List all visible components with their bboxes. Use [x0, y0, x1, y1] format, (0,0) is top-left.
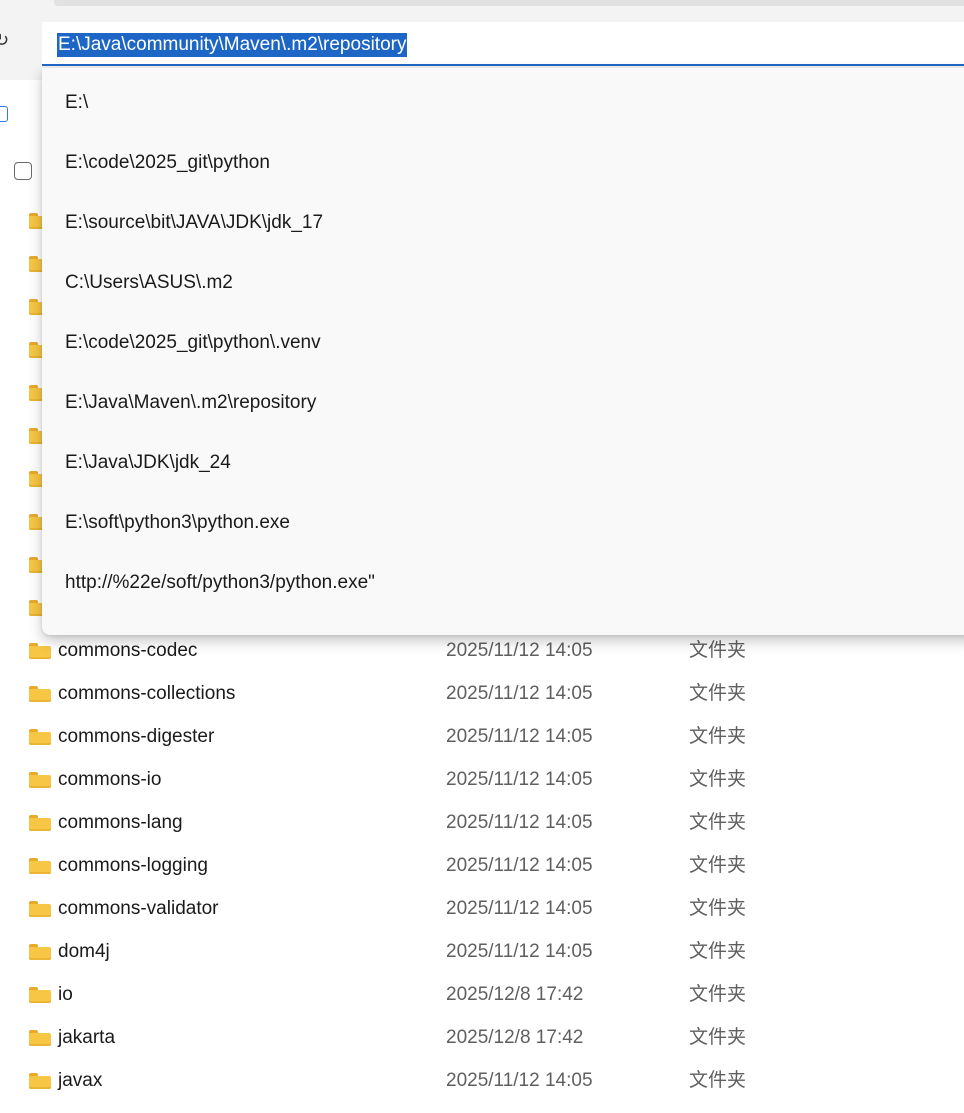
history-item[interactable]: E:\code\2025_git\python\.venv — [42, 308, 964, 368]
file-type: 文件夹 — [689, 941, 747, 962]
file-row[interactable]: io 2025/12/8 17:42 文件夹 — [0, 974, 964, 1017]
history-item-label: E:\soft\python3\python.exe — [65, 512, 290, 533]
history-item-label: http://%22e/soft/python3/python.exe" — [65, 572, 375, 593]
file-date: 2025/11/12 14:05 — [446, 726, 593, 747]
folder-icon — [29, 901, 51, 917]
history-item-label: E:\ — [65, 92, 89, 113]
file-row[interactable]: commons-io 2025/11/12 14:05 文件夹 — [0, 759, 964, 802]
file-name: commons-lang — [58, 812, 183, 833]
file-row[interactable]: javax 2025/11/12 14:05 文件夹 — [0, 1060, 964, 1103]
file-row[interactable]: commons-digester 2025/11/12 14:05 文件夹 — [0, 716, 964, 759]
file-type: 文件夹 — [689, 640, 747, 661]
file-date: 2025/11/12 14:05 — [446, 1070, 593, 1091]
file-date: 2025/12/8 17:42 — [446, 984, 584, 1005]
history-item-label: C:\Users\ASUS\.m2 — [65, 272, 233, 293]
history-item[interactable]: C:\Users\ASUS\.m2 — [42, 248, 964, 308]
folder-icon — [29, 987, 51, 1003]
folder-icon — [29, 1030, 51, 1046]
file-date: 2025/11/12 14:05 — [446, 769, 593, 790]
file-date: 2025/11/12 14:05 — [446, 898, 593, 919]
history-item-label: E:\Java\JDK\jdk_24 — [65, 452, 231, 473]
file-type: 文件夹 — [689, 1070, 747, 1091]
file-name: io — [58, 984, 73, 1005]
file-name: commons-logging — [58, 855, 208, 876]
file-date: 2025/11/12 14:05 — [446, 855, 593, 876]
history-item[interactable]: E:\Java\Maven\.m2\repository — [42, 368, 964, 428]
file-row[interactable]: commons-validator 2025/11/12 14:05 文件夹 — [0, 888, 964, 931]
file-name: commons-collections — [58, 683, 236, 704]
file-date: 2025/11/12 14:05 — [446, 812, 593, 833]
folder-icon — [29, 858, 51, 874]
file-type: 文件夹 — [689, 812, 747, 833]
file-name: jakarta — [58, 1027, 116, 1048]
file-row[interactable]: jakarta 2025/12/8 17:42 文件夹 — [0, 1017, 964, 1060]
file-name: javax — [58, 1070, 103, 1091]
file-name: commons-codec — [58, 640, 198, 661]
file-row[interactable]: commons-codec 2025/11/12 14:05 文件夹 — [0, 630, 964, 673]
file-name: commons-io — [58, 769, 162, 790]
file-row[interactable]: commons-lang 2025/11/12 14:05 文件夹 — [0, 802, 964, 845]
file-row[interactable]: commons-logging 2025/11/12 14:05 文件夹 — [0, 845, 964, 888]
history-item-label: E:\code\2025_git\python\.venv — [65, 332, 321, 353]
file-row[interactable]: commons-collections 2025/11/12 14:05 文件夹 — [0, 673, 964, 716]
file-type: 文件夹 — [689, 726, 747, 747]
file-name: dom4j — [58, 941, 110, 962]
history-item[interactable]: E:\Java\JDK\jdk_24 — [42, 428, 964, 488]
folder-icon — [29, 944, 51, 960]
history-item[interactable]: E:\source\bit\JAVA\JDK\jdk_17 — [42, 188, 964, 248]
refresh-icon[interactable]: ↻ — [0, 30, 9, 50]
folder-icon — [29, 643, 51, 659]
file-date: 2025/12/8 17:42 — [446, 1027, 584, 1048]
folder-icon — [29, 686, 51, 702]
address-input-text[interactable]: E:\Java\community\Maven\.m2\repository — [57, 33, 408, 57]
file-type: 文件夹 — [689, 855, 747, 876]
history-item-label: E:\source\bit\JAVA\JDK\jdk_17 — [65, 212, 324, 233]
history-item-label: E:\Java\Maven\.m2\repository — [65, 392, 317, 413]
history-item-label: E:\code\2025_git\python — [65, 152, 270, 173]
file-row[interactable]: dom4j 2025/11/12 14:05 文件夹 — [0, 931, 964, 974]
file-explorer-window: ↻ E:\Java\community\Maven\.m2\repository… — [0, 0, 964, 1113]
file-date: 2025/11/12 14:05 — [446, 941, 593, 962]
view-icon[interactable] — [0, 106, 8, 122]
select-all-checkbox[interactable] — [14, 162, 32, 180]
file-type: 文件夹 — [689, 984, 747, 1005]
file-name: commons-validator — [58, 898, 219, 919]
file-name: commons-digester — [58, 726, 215, 747]
file-date: 2025/11/12 14:05 — [446, 683, 593, 704]
folder-icon — [29, 772, 51, 788]
history-item[interactable]: E:\code\2025_git\python — [42, 128, 964, 188]
history-item[interactable]: E:\soft\python3\python.exe — [42, 488, 964, 548]
folder-icon — [29, 729, 51, 745]
file-type: 文件夹 — [689, 683, 747, 704]
file-type: 文件夹 — [689, 1027, 747, 1048]
history-item[interactable]: http://%22e/soft/python3/python.exe" — [42, 548, 964, 608]
folder-icon — [29, 815, 51, 831]
address-history-dropdown: E:\ E:\code\2025_git\python E:\source\bi… — [42, 68, 964, 635]
file-type: 文件夹 — [689, 769, 747, 790]
file-date: 2025/11/12 14:05 — [446, 640, 593, 661]
file-type: 文件夹 — [689, 898, 747, 919]
title-strip — [54, 0, 964, 6]
address-bar[interactable]: E:\Java\community\Maven\.m2\repository — [42, 22, 964, 66]
history-item[interactable]: E:\ — [42, 68, 964, 128]
folder-icon — [29, 1073, 51, 1089]
